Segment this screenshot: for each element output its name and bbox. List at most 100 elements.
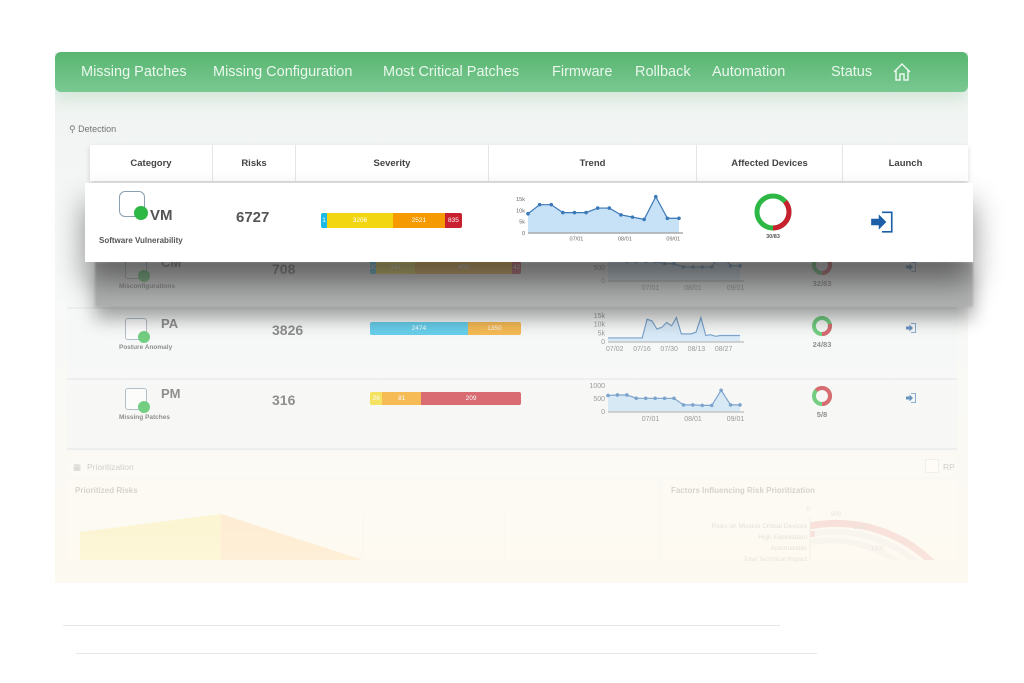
launch-button[interactable] (905, 391, 917, 403)
trend-chart: 15k 10k 5k 0 07/01 08/01 09/01 (516, 194, 683, 243)
factor-label: Risks on Mission Critical Devices (711, 523, 807, 530)
table-row-pm[interactable]: PM Missing Patches 316 26 81 209 1000 500 0 07/01… (67, 380, 957, 450)
table-header: Category Risks Severity Trend Affected D… (90, 145, 968, 181)
risk-count: 3826 (272, 322, 304, 338)
table-row-pa[interactable]: PA Posture Anomaly 3826 2474 1350 15k 10k 5k 0 07… (67, 310, 957, 380)
trend-chart: 1000 500 0 07/01 08/01 09/01 (589, 383, 745, 423)
trend-point (738, 403, 742, 407)
home-icon[interactable] (891, 61, 913, 83)
trend-point (526, 211, 530, 216)
trend-point (709, 403, 714, 408)
trend-point (595, 206, 600, 210)
severity-segment[interactable]: 81 (382, 392, 422, 405)
factors-chart (809, 518, 935, 560)
trend-point (677, 216, 681, 221)
severity-bar: 1 3206 2521 835 (321, 213, 462, 228)
x-tick-label: 09/01 (727, 416, 745, 423)
detection-header: ⚲ Detection (69, 124, 116, 135)
category-name: Software Vulnerability (99, 236, 183, 245)
nav-missing-patches[interactable]: Missing Patches (81, 64, 187, 80)
trend-point (537, 202, 542, 207)
nav-status[interactable]: Status (831, 64, 872, 80)
prioritized-risks-panel: Prioritized Risks (67, 480, 657, 560)
launch-icon (871, 211, 893, 233)
rp-label: RP (943, 462, 955, 472)
trend-chart: 15k 10k5k 007/02 07/16 07/30 08/13 08/27 (594, 313, 744, 353)
y-tick-label: 0 (522, 231, 525, 237)
trend-point (561, 210, 565, 215)
area-medium (80, 514, 221, 560)
x-tick-label: 08/01 (618, 237, 632, 243)
risk-count: 316 (272, 392, 296, 408)
launch-button[interactable] (905, 321, 917, 333)
trend-point (681, 403, 686, 407)
col-category: Category (90, 145, 213, 181)
divider (63, 625, 780, 626)
severity-segment[interactable]: 1350 (467, 322, 521, 335)
trend-point (625, 393, 629, 397)
affected-donut (812, 386, 832, 406)
x-tick-label: 08/13 (688, 346, 706, 353)
severity-segment[interactable]: 2521 (392, 213, 445, 228)
factor-label: Automatable (770, 545, 808, 552)
factors-panel: Factors Influencing Risk Prioritization … (663, 480, 957, 563)
trend-point (607, 206, 612, 210)
x-tick-label: 07/16 (633, 346, 651, 353)
severity-segment[interactable]: 2474 (370, 322, 468, 335)
trend-point (653, 194, 658, 199)
y-tick-label: 10k (516, 208, 525, 214)
prioritization-icon: ▦ (73, 462, 82, 472)
nav-firmware[interactable]: Firmware (552, 64, 612, 80)
trend-point (630, 215, 635, 219)
severity-segment[interactable]: 209 (421, 392, 521, 405)
trend-point (584, 210, 588, 215)
severity-bar: 2474 1350 (370, 322, 521, 335)
y-tick-label: 15k (516, 197, 525, 203)
trend-point (691, 403, 695, 407)
col-severity: Severity (296, 145, 489, 181)
tick: 1500 (871, 546, 885, 552)
y-tick-label: 5k (598, 330, 606, 337)
trend-area (528, 196, 679, 233)
nav-most-critical-patches[interactable]: Most Critical Patches (383, 64, 519, 80)
factor-label: Total Technical Impact (743, 556, 807, 563)
x-tick-label: 07/01 (642, 416, 660, 423)
tick: 500 (831, 512, 842, 518)
tick: 1000 (853, 525, 867, 531)
col-launch: Launch (888, 157, 923, 169)
trend-point (665, 216, 670, 221)
top-nav: Missing Patches Missing Configuration Mo… (55, 52, 968, 92)
affected-donut (812, 316, 832, 336)
table-row-vm[interactable]: VM Software Vulnerability 6727 1 3206 2521 835… (85, 183, 973, 262)
rp-icon[interactable] (925, 459, 939, 473)
chip-grid-icon (125, 388, 150, 413)
nav-missing-configuration[interactable]: Missing Configuration (213, 64, 352, 80)
nav-rollback[interactable]: Rollback (635, 64, 691, 80)
trend-point (572, 210, 577, 215)
col-trend: Trend (489, 145, 697, 181)
trend-point (643, 396, 648, 401)
trend-point (634, 396, 639, 401)
trend-point (642, 217, 646, 222)
trend-point (606, 393, 610, 398)
category-name: Missing Patches (119, 414, 170, 421)
affected-count: 24/83 (812, 340, 832, 349)
y-tick-label: 10k (594, 322, 606, 329)
y-tick-label: 5k (519, 220, 525, 226)
launch-button[interactable] (869, 209, 895, 235)
trend-point (619, 213, 623, 217)
bar-high-exploitation (810, 531, 815, 537)
tick: 0 (807, 507, 811, 513)
trend-point (653, 396, 657, 401)
search-icon: ⚲ (69, 124, 76, 134)
severity-segment[interactable]: 3206 (327, 213, 393, 228)
divider (76, 653, 817, 654)
affected-count: 5/8 (816, 410, 828, 419)
nav-automation[interactable]: Automation (712, 64, 785, 80)
severity-segment[interactable]: 26 (370, 392, 383, 405)
severity-segment[interactable]: 835 (444, 213, 462, 228)
category-code: PA (161, 316, 179, 331)
category-code: PM (161, 386, 181, 401)
x-tick-label: 08/01 (684, 416, 702, 423)
area-high (221, 514, 363, 560)
